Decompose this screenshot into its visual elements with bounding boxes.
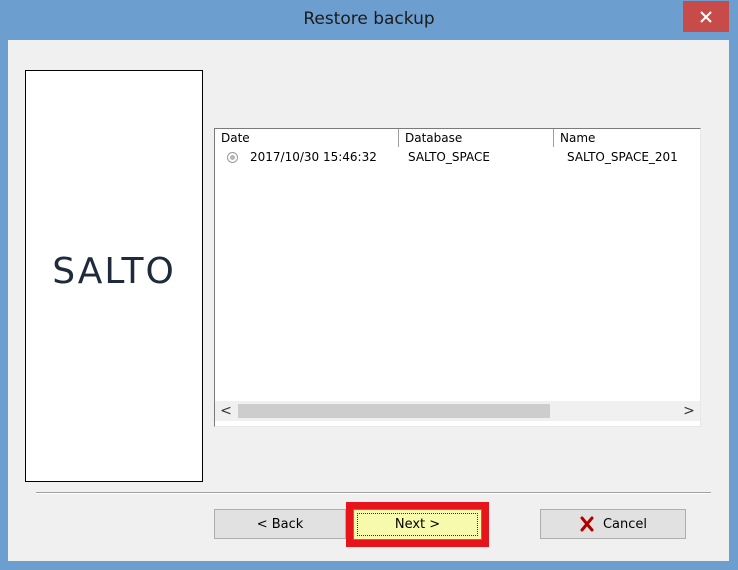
backup-list[interactable]: Date Database Name 2017/10/30 15:46:32 S… (214, 128, 701, 427)
logo-panel: SALTO (25, 70, 203, 482)
radio-button[interactable] (227, 152, 238, 163)
next-button[interactable]: Next > (353, 509, 482, 540)
back-button[interactable]: < Back (214, 509, 346, 539)
title-bar[interactable]: Restore backup (0, 0, 738, 40)
scroll-right-button[interactable]: > (680, 401, 698, 421)
cancel-button[interactable]: Cancel (540, 509, 686, 539)
horizontal-scrollbar[interactable]: < > (215, 401, 700, 421)
column-header-name[interactable]: Name (554, 129, 700, 147)
table-row[interactable]: 2017/10/30 15:46:32 SALTO_SPACE SALTO_SP… (215, 148, 700, 166)
window-title: Restore backup (303, 9, 435, 29)
close-button[interactable] (683, 1, 729, 32)
focus-rectangle (357, 513, 478, 536)
scroll-left-button[interactable]: < (217, 401, 235, 421)
salto-logo: SALTO (52, 251, 176, 292)
column-header-database[interactable]: Database (399, 129, 554, 147)
column-header-date[interactable]: Date (215, 129, 399, 147)
row-database: SALTO_SPACE (408, 150, 490, 164)
separator-line (36, 492, 711, 494)
dialog-body: SALTO Date Database Name 2017/10/30 15:4… (8, 40, 729, 561)
cancel-button-label: Cancel (602, 516, 648, 532)
restore-backup-window: Restore backup SALTO Date Database Name … (0, 0, 738, 570)
row-name: SALTO_SPACE_201 (567, 150, 678, 164)
x-cross-icon (580, 516, 594, 532)
scroll-thumb[interactable] (238, 404, 550, 418)
close-icon (700, 10, 712, 23)
row-date: 2017/10/30 15:46:32 (250, 150, 377, 164)
